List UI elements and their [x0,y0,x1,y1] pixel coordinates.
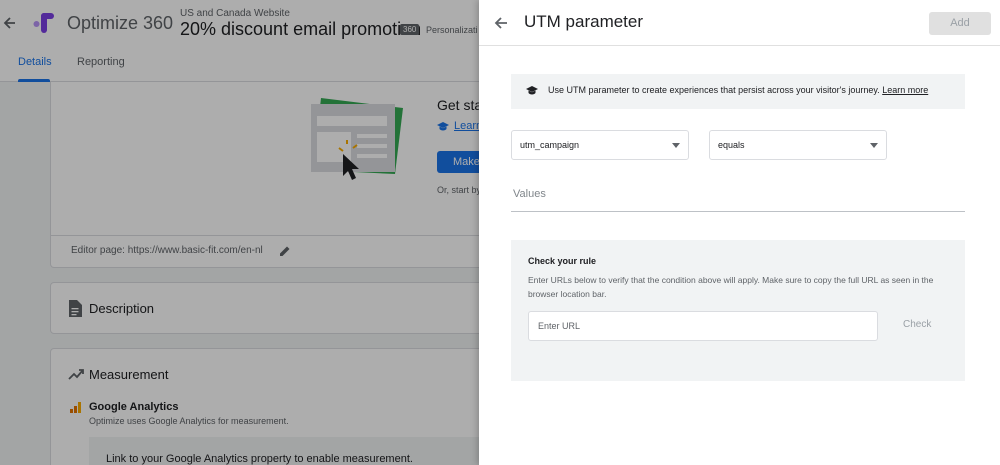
operator-select[interactable]: equals [709,130,887,160]
utm-parameter-select[interactable]: utm_campaign [511,130,689,160]
panel-title: UTM parameter [524,12,644,31]
values-field[interactable]: Values [511,180,965,212]
check-button[interactable]: Check [903,319,931,330]
info-text: Use UTM parameter to create experiences … [548,85,928,95]
check-rule-description: Enter URLs below to verify that the cond… [528,275,934,299]
info-banner: Use UTM parameter to create experiences … [511,74,965,109]
back-arrow-icon[interactable] [493,15,509,31]
dropdown-arrow-icon [672,143,680,148]
check-rule-section: Check your rule Enter URLs below to veri… [511,240,965,381]
select-value: equals [718,140,745,150]
learn-more-link[interactable]: Learn more [882,85,928,95]
dropdown-arrow-icon [870,143,878,148]
utm-parameter-panel: UTM parameter Add Use UTM parameter to c… [479,0,1000,465]
url-input[interactable] [528,311,878,341]
check-rule-title: Check your rule [528,256,597,266]
add-button[interactable]: Add [929,12,991,35]
school-icon [526,86,538,95]
info-message: Use UTM parameter to create experiences … [548,85,880,95]
values-label: Values [513,188,546,200]
select-value: utm_campaign [520,140,580,150]
panel-header: UTM parameter Add [479,0,1000,46]
